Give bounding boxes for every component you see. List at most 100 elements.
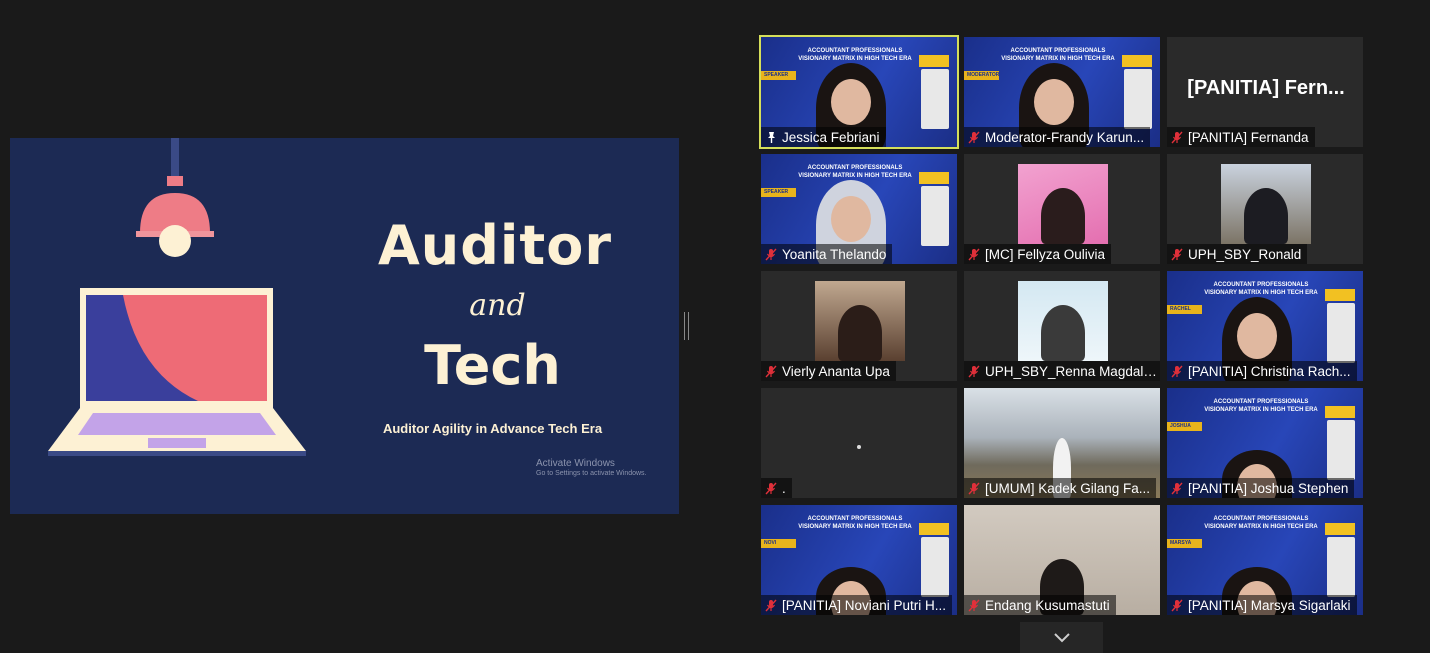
mic-muted-icon (968, 248, 980, 260)
poster-logo-yellow (919, 523, 949, 535)
poster-logo-yellow (919, 55, 949, 67)
mic-muted-icon (765, 248, 777, 260)
participant-tile[interactable]: ACCOUNTANT PROFESSIONALS VISIONARY MATRI… (1167, 505, 1363, 615)
participant-name: [UMUM] Kadek Gilang Fa... (985, 480, 1151, 496)
participant-name: [PANITIA] Joshua Stephen (1188, 480, 1349, 496)
mic-muted-icon (1171, 482, 1183, 494)
lamp-illustration (136, 138, 214, 257)
poster-logo-yellow (1325, 289, 1355, 301)
background-poster-title: ACCOUNTANT PROFESSIONALS VISIONARY MATRI… (1204, 399, 1318, 413)
participant-name-bar: . (761, 478, 792, 498)
participant-name-bar: Moderator-Frandy Karun... (964, 127, 1151, 147)
participant-name-bar: Yoanita Thelando (761, 244, 893, 264)
role-badge: MARSYA (1167, 539, 1202, 548)
mic-muted-icon (968, 131, 980, 143)
participant-name: [MC] Fellyza Oulivia (985, 246, 1106, 262)
sponsor-logos (921, 186, 949, 246)
mic-muted-icon (968, 365, 980, 377)
participant-name: Vierly Ananta Upa (782, 363, 890, 379)
slide-subtitle: Auditor Agility in Advance Tech Era (382, 421, 603, 436)
participant-tile[interactable]: ACCOUNTANT PROFESSIONALS VISIONARY MATRI… (1167, 271, 1363, 381)
participant-tile[interactable]: UPH_SBY_Renna Magdale... (964, 271, 1160, 381)
participant-name: . (782, 480, 786, 496)
participant-tile[interactable]: . (761, 388, 957, 498)
participant-name: UPH_SBY_Ronald (1188, 246, 1302, 262)
participant-name: Moderator-Frandy Karun... (985, 129, 1145, 145)
scroll-down-button[interactable] (1020, 622, 1103, 653)
participant-name: [PANITIA] Christina Rach... (1188, 363, 1351, 379)
participant-name: [PANITIA] Fernanda (1188, 129, 1309, 145)
participant-name: [PANITIA] Marsya Sigarlaki (1188, 597, 1351, 613)
participant-name-bar: [PANITIA] Marsya Sigarlaki (1167, 595, 1357, 615)
participant-name-bar: [UMUM] Kadek Gilang Fa... (964, 478, 1157, 498)
participant-name-bar: [PANITIA] Joshua Stephen (1167, 478, 1355, 498)
participant-video (815, 281, 905, 361)
participant-video (1018, 281, 1108, 361)
participant-name-bar: [PANITIA] Noviani Putri H... (761, 595, 953, 615)
mic-muted-icon (765, 365, 777, 377)
poster-logo-yellow (1325, 523, 1355, 535)
background-poster-title: ACCOUNTANT PROFESSIONALS VISIONARY MATRI… (798, 48, 912, 62)
sponsor-logos (921, 537, 949, 597)
participant-name: Yoanita Thelando (782, 246, 887, 262)
participant-name: [PANITIA] Noviani Putri H... (782, 597, 947, 613)
participant-name-bar: Vierly Ananta Upa (761, 361, 896, 381)
participant-tile[interactable]: ACCOUNTANT PROFESSIONALS VISIONARY MATRI… (761, 154, 957, 264)
participant-name-bar: Endang Kusumastuti (964, 595, 1116, 615)
activate-windows-watermark: Activate Windows (536, 458, 615, 469)
role-badge: RACHEL (1167, 305, 1202, 314)
slide-title-and: and (469, 288, 526, 323)
sponsor-logos (1327, 537, 1355, 597)
slide-title-auditor: Auditor (378, 214, 612, 277)
participant-tile[interactable]: UPH_SBY_Ronald (1167, 154, 1363, 264)
participant-tile[interactable]: ACCOUNTANT PROFESSIONALS VISIONARY MATRI… (964, 37, 1160, 147)
background-poster-title: ACCOUNTANT PROFESSIONALS VISIONARY MATRI… (1001, 48, 1115, 62)
background-poster-title: ACCOUNTANT PROFESSIONALS VISIONARY MATRI… (798, 165, 912, 179)
video-off-dot (857, 445, 861, 449)
poster-logo-yellow (1325, 406, 1355, 418)
participant-name-bar: [MC] Fellyza Oulivia (964, 244, 1112, 264)
participant-name: UPH_SBY_Renna Magdale... (985, 363, 1158, 379)
participant-tile[interactable]: ACCOUNTANT PROFESSIONALS VISIONARY MATRI… (759, 35, 959, 149)
participant-name-bar: [PANITIA] Christina Rach... (1167, 361, 1357, 381)
participant-tile[interactable]: Vierly Ananta Upa (761, 271, 957, 381)
poster-logo-yellow (1122, 55, 1152, 67)
sponsor-logos (1327, 303, 1355, 363)
background-poster-title: ACCOUNTANT PROFESSIONALS VISIONARY MATRI… (1204, 516, 1318, 530)
participant-name-bar: UPH_SBY_Ronald (1167, 244, 1308, 264)
participant-video (1221, 164, 1311, 244)
role-badge: NOVI (761, 539, 796, 548)
participant-video (1018, 164, 1108, 244)
participant-name-placeholder: [PANITIA] Fern... (1187, 77, 1345, 99)
participant-name: Endang Kusumastuti (985, 597, 1110, 613)
participant-tile[interactable]: [PANITIA] Fern... [PANITIA] Fernanda (1167, 37, 1363, 147)
chevron-down-icon (1053, 632, 1070, 642)
mic-muted-icon (765, 599, 777, 611)
participant-tile[interactable]: ACCOUNTANT PROFESSIONALS VISIONARY MATRI… (761, 505, 957, 615)
role-badge: SPEAKER (761, 188, 796, 197)
participant-tile[interactable]: Endang Kusumastuti (964, 505, 1160, 615)
mic-muted-icon (968, 482, 980, 494)
shared-screen-slide: Auditor and Tech Auditor Agility in Adva… (10, 138, 679, 514)
mic-muted-icon (1171, 248, 1183, 260)
participant-tile[interactable]: [MC] Fellyza Oulivia (964, 154, 1160, 264)
participant-tile[interactable]: ACCOUNTANT PROFESSIONALS VISIONARY MATRI… (1167, 388, 1363, 498)
participant-name: Jessica Febriani (782, 129, 880, 145)
mic-muted-icon (968, 599, 980, 611)
laptop-illustration (48, 288, 306, 456)
participant-tile[interactable]: [UMUM] Kadek Gilang Fa... (964, 388, 1160, 498)
mic-muted-icon (765, 482, 777, 494)
poster-logo-yellow (919, 172, 949, 184)
role-badge: MODERATOR (964, 71, 999, 80)
background-poster-title: ACCOUNTANT PROFESSIONALS VISIONARY MATRI… (798, 516, 912, 530)
participant-name-bar: UPH_SBY_Renna Magdale... (964, 361, 1160, 381)
mic-muted-icon (1171, 599, 1183, 611)
role-badge: SPEAKER (761, 71, 796, 80)
background-poster-title: ACCOUNTANT PROFESSIONALS VISIONARY MATRI… (1204, 282, 1318, 296)
role-badge: JOSHUA (1167, 422, 1202, 431)
slide-title-tech: Tech (424, 334, 561, 397)
mic-muted-icon (1171, 131, 1183, 143)
mic-muted-icon (1171, 365, 1183, 377)
pin-icon (768, 131, 775, 143)
split-view-resize-handle[interactable] (684, 312, 689, 340)
